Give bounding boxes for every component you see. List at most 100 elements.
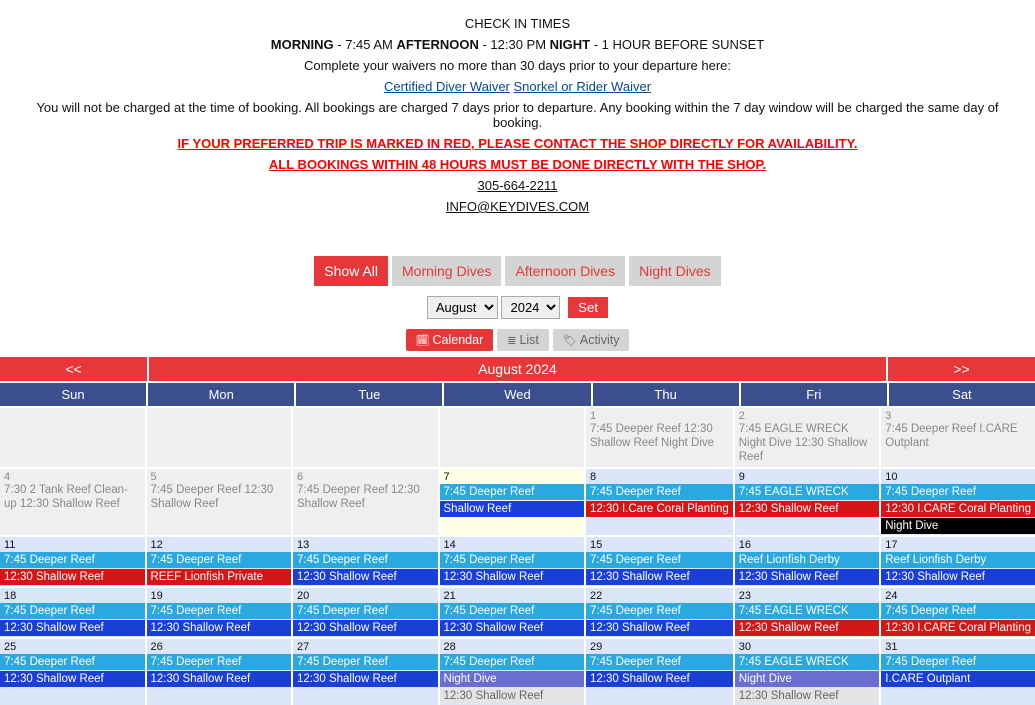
event-block[interactable]: 12:30 Shallow Reef [147,671,292,687]
calendar-cell[interactable]: 287:45 Deeper ReefNight Dive12:30 Shallo… [440,639,585,705]
event-block[interactable]: Night Dive [440,671,585,687]
snorkel-rider-waiver-link[interactable]: Snorkel or Rider Waiver [514,79,652,94]
event-block[interactable]: 12:30 Shallow Reef [586,620,733,636]
calendar-cell[interactable]: 147:45 Deeper Reef12:30 Shallow Reef [440,537,585,586]
event-block[interactable]: 12:30 Shallow Reef [735,501,880,517]
calendar-cell[interactable]: 137:45 Deeper Reef12:30 Shallow Reef [293,537,438,586]
event-block[interactable]: 12:30 Shallow Reef [293,569,438,585]
event-block[interactable]: 7:45 Deeper Reef [881,654,1035,670]
event-block[interactable]: REEF Lionfish Private [147,569,292,585]
calendar-cell[interactable]: 47:30 2 Tank Reef Clean-up 12:30 Shallow… [0,469,145,535]
event-block[interactable]: 7:45 Deeper Reef [440,552,585,568]
event-block[interactable]: 12:30 Shallow Reef [586,569,733,585]
calendar-cell[interactable]: 247:45 Deeper Reef12:30 I.CARE Coral Pla… [881,588,1035,637]
calendar-cell[interactable]: 257:45 Deeper Reef12:30 Shallow Reef [0,639,145,705]
event-block[interactable]: Reef Lionfish Derby [881,552,1035,568]
event-block[interactable]: 12:30 Shallow Reef [0,569,145,585]
event-block[interactable]: 7:45 Deeper Reef [440,654,585,670]
calendar-cell[interactable]: 37:45 Deeper Reef I.CARE Outplant [881,408,1035,467]
shop-email[interactable]: INFO@KEYDIVES.COM [446,199,589,214]
event-block[interactable]: 7:45 EAGLE WRECK [735,654,880,670]
calendar-cell[interactable]: 97:45 EAGLE WRECK12:30 Shallow Reef [735,469,880,535]
event-block[interactable]: 7:45 Deeper Reef [440,484,585,500]
event-block[interactable]: 7:45 Deeper Reef [586,552,733,568]
event-block[interactable]: Reef Lionfish Derby [735,552,880,568]
event-block[interactable]: 7:45 Deeper Reef [881,603,1035,619]
event-block[interactable]: 12:30 Shallow Reef [881,569,1035,585]
calendar-cell[interactable]: 217:45 Deeper Reef12:30 Shallow Reef [440,588,585,637]
event-block[interactable]: 7:45 Deeper Reef [293,552,438,568]
filter-show-all[interactable]: Show All [314,256,388,286]
set-button[interactable]: Set [568,297,608,318]
calendar-cell[interactable]: 17:45 Deeper Reef 12:30 Shallow Reef Nig… [586,408,733,467]
month-select[interactable]: August [427,296,498,319]
event-block[interactable]: 12:30 Shallow Reef [440,688,585,704]
event-block[interactable]: Night Dive [735,671,880,687]
event-block[interactable]: I.CARE Outplant [881,671,1035,687]
event-block[interactable]: 12:30 Shallow Reef [735,569,880,585]
certified-diver-waiver-link[interactable]: Certified Diver Waiver [384,79,510,94]
event-block[interactable]: 7:45 Deeper Reef [586,603,733,619]
event-block[interactable]: 7:45 EAGLE WRECK [735,484,880,500]
calendar-cell[interactable]: 127:45 Deeper ReefREEF Lionfish Private [147,537,292,586]
event-block[interactable]: 12:30 I.Care Coral Planting [586,501,733,517]
calendar-cell[interactable]: 307:45 EAGLE WRECKNight Dive12:30 Shallo… [735,639,880,705]
event-block[interactable]: 12:30 Shallow Reef [0,671,145,687]
event-block[interactable]: 12:30 Shallow Reef [735,688,880,704]
calendar-cell[interactable]: 17Reef Lionfish Derby12:30 Shallow Reef [881,537,1035,586]
event-block[interactable]: Night Dive [881,518,1035,534]
next-month-button[interactable]: >> [888,357,1035,381]
event-block[interactable]: Shallow Reef [440,501,585,517]
calendar-cell[interactable]: 57:45 Deeper Reef 12:30 Shallow Reef [147,469,292,535]
event-block[interactable]: 7:45 Deeper Reef [586,484,733,500]
event-block[interactable]: 7:45 Deeper Reef [0,552,145,568]
event-block[interactable]: 7:45 Deeper Reef [586,654,733,670]
calendar-cell[interactable]: 267:45 Deeper Reef12:30 Shallow Reef [147,639,292,705]
calendar-cell[interactable]: 16Reef Lionfish Derby12:30 Shallow Reef [735,537,880,586]
event-block[interactable]: 12:30 Shallow Reef [293,620,438,636]
event-block[interactable]: 12:30 I.CARE Coral Planting [881,620,1035,636]
event-block[interactable]: 7:45 Deeper Reef [147,552,292,568]
calendar-cell[interactable]: 117:45 Deeper Reef12:30 Shallow Reef [0,537,145,586]
event-block[interactable]: 12:30 I.CARE Coral Planting [881,501,1035,517]
view-activity[interactable]: 🏷Activity [553,329,630,351]
calendar-cell[interactable]: 197:45 Deeper Reef12:30 Shallow Reef [147,588,292,637]
calendar-cell[interactable]: 157:45 Deeper Reef12:30 Shallow Reef [586,537,733,586]
calendar-cell[interactable]: 237:45 EAGLE WRECK12:30 Shallow Reef [735,588,880,637]
view-calendar[interactable]: 🗓Calendar [406,329,494,351]
calendar-cell[interactable]: 27:45 EAGLE WRECK Night Dive 12:30 Shall… [735,408,880,467]
event-block[interactable]: 12:30 Shallow Reef [440,620,585,636]
event-block[interactable]: 7:45 Deeper Reef [147,603,292,619]
shop-phone[interactable]: 305-664-2211 [478,178,558,193]
filter-afternoon-dives[interactable]: Afternoon Dives [505,256,625,286]
event-block[interactable]: 7:45 EAGLE WRECK [735,603,880,619]
event-block[interactable]: 12:30 Shallow Reef [586,671,733,687]
calendar-cell[interactable]: 297:45 Deeper Reef12:30 Shallow Reef [586,639,733,705]
event-block[interactable]: 12:30 Shallow Reef [0,620,145,636]
calendar-cell[interactable]: 317:45 Deeper ReefI.CARE Outplant [881,639,1035,705]
calendar-cell[interactable]: 77:45 Deeper ReefShallow Reef [440,469,585,535]
event-block[interactable]: 7:45 Deeper Reef [293,654,438,670]
calendar-cell[interactable]: 207:45 Deeper Reef12:30 Shallow Reef [293,588,438,637]
event-block[interactable]: 12:30 Shallow Reef [735,620,880,636]
event-block[interactable]: 7:45 Deeper Reef [440,603,585,619]
calendar-cell[interactable]: 107:45 Deeper Reef12:30 I.CARE Coral Pla… [881,469,1035,535]
event-block[interactable]: 12:30 Shallow Reef [147,620,292,636]
event-block[interactable]: 7:45 Deeper Reef [0,654,145,670]
calendar-cell[interactable]: 67:45 Deeper Reef 12:30 Shallow Reef [293,469,438,535]
event-block[interactable]: 12:30 Shallow Reef [293,671,438,687]
event-block[interactable]: 7:45 Deeper Reef [147,654,292,670]
calendar-cell[interactable]: 187:45 Deeper Reef12:30 Shallow Reef [0,588,145,637]
view-list[interactable]: ≣List [497,329,549,351]
filter-morning-dives[interactable]: Morning Dives [392,256,501,286]
calendar-cell[interactable]: 277:45 Deeper Reef12:30 Shallow Reef [293,639,438,705]
filter-night-dives[interactable]: Night Dives [629,256,721,286]
event-block[interactable]: 7:45 Deeper Reef [881,484,1035,500]
year-select[interactable]: 2024 [501,296,560,319]
calendar-cell[interactable]: 87:45 Deeper Reef12:30 I.Care Coral Plan… [586,469,733,535]
event-block[interactable]: 12:30 Shallow Reef [440,569,585,585]
calendar-cell[interactable]: 227:45 Deeper Reef12:30 Shallow Reef [586,588,733,637]
prev-month-button[interactable]: << [0,357,147,381]
event-block[interactable]: 7:45 Deeper Reef [0,603,145,619]
event-block[interactable]: 7:45 Deeper Reef [293,603,438,619]
